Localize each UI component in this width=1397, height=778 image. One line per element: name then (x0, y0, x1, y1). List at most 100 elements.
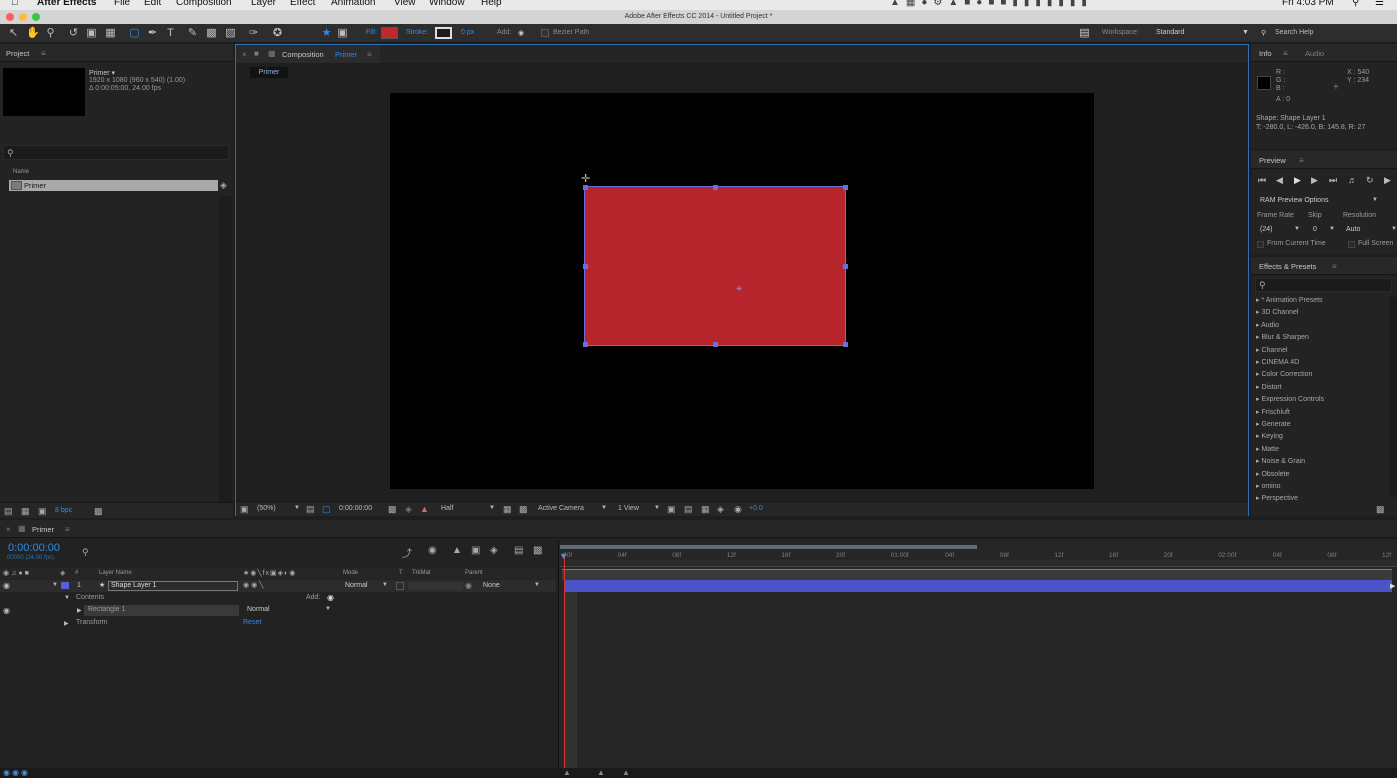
menu-layer[interactable]: Layer (251, 0, 276, 8)
always-preview-icon[interactable]: ▣ (240, 504, 249, 515)
close-tab-icon[interactable]: × (6, 525, 11, 534)
zoom-tool-icon[interactable]: ⚲ (44, 27, 57, 40)
effects-category-item[interactable]: ▸ Expression Controls (1256, 395, 1324, 403)
star-tool-icon[interactable]: ★ (320, 27, 333, 40)
mode-chevron-icon[interactable]: ▼ (382, 582, 388, 588)
minimize-window-icon[interactable] (18, 13, 27, 21)
mask-mode-icon[interactable]: ▣ (336, 27, 349, 40)
title-safe-icon[interactable]: ▤ (306, 504, 315, 515)
preview-tab[interactable]: Preview (1259, 156, 1286, 165)
ram-preview-icon[interactable]: ▶ (1384, 175, 1391, 186)
layer-end-handle-icon[interactable]: ▶ (1390, 582, 1395, 590)
search-help-input[interactable]: Search Help (1275, 29, 1314, 36)
timeline-current-time[interactable]: 0:00:00:00 (8, 542, 60, 554)
audio-tab[interactable]: Audio (1305, 49, 1324, 58)
parent-chevron-icon[interactable]: ▼ (534, 582, 540, 588)
transform-handle[interactable] (843, 185, 848, 190)
graph-editor-icon[interactable]: ▤ (514, 545, 523, 556)
effects-category-item[interactable]: ▸ Keying (1256, 432, 1283, 440)
add-button-icon[interactable]: ◉ (518, 29, 524, 37)
apple-icon[interactable]:  (11, 0, 19, 8)
project-tab[interactable]: Project (6, 49, 29, 58)
project-search-input[interactable]: ⚲ (3, 145, 229, 160)
anchor-point-icon[interactable]: ⌖ (736, 283, 742, 296)
effects-category-item[interactable]: ▸ Channel (1256, 346, 1288, 354)
effects-category-item[interactable]: ▸ omino (1256, 482, 1281, 490)
zoom-slider-icon[interactable]: ▲ (597, 768, 605, 777)
pick-whip-icon[interactable]: ◉ (465, 581, 472, 590)
eraser-tool-icon[interactable]: ▧ (224, 27, 237, 40)
trkmat-dropdown[interactable] (408, 582, 463, 590)
zoom-out-icon[interactable]: ▲ (563, 768, 571, 777)
menu-effect[interactable]: Effect (290, 0, 315, 8)
flowchart-icon[interactable]: ◈ (220, 180, 227, 191)
from-current-time-checkbox[interactable] (1257, 241, 1264, 248)
comp-tab[interactable]: × ■ ▦ Composition Primer ≡ (236, 45, 380, 63)
effects-category-item[interactable]: ▸ Blur & Sharpen (1256, 333, 1309, 341)
bit-depth-button[interactable]: 8 bpc (55, 507, 72, 514)
new-bin-icon[interactable]: ▩ (1376, 504, 1385, 515)
layer-switches-icons[interactable]: ◉◉╲ (243, 581, 265, 589)
panel-menu-icon[interactable]: ≡ (65, 525, 70, 534)
video-eye-icon[interactable]: ◉ (3, 581, 10, 590)
time-ruler[interactable] (560, 560, 1397, 567)
draft-3d-icon[interactable]: ◉ (428, 545, 437, 556)
previous-frame-icon[interactable]: ◀ (1276, 175, 1283, 186)
transform-handle[interactable] (583, 342, 588, 347)
contents-chevron-icon[interactable]: ▼ (64, 595, 70, 601)
spotlight-icon[interactable]: ⚲ (1352, 0, 1359, 8)
hand-tool-icon[interactable]: ✋ (26, 27, 40, 40)
puppet-tool-icon[interactable]: ✪ (271, 27, 284, 40)
effects-category-item[interactable]: ▸ 3D Channel (1256, 308, 1298, 316)
search-help-icon[interactable]: ⚲ (1261, 29, 1266, 37)
roto-brush-tool-icon[interactable]: ✑ (247, 27, 260, 40)
transform-handle[interactable] (843, 342, 848, 347)
notification-icon[interactable]: ☰ (1375, 0, 1384, 8)
rectangle-blend-mode[interactable]: Normal (247, 606, 270, 613)
panel-menu-icon[interactable]: ≡ (1332, 262, 1337, 271)
zoom-in-icon[interactable]: ▲ (622, 768, 630, 777)
timeline-search-input[interactable] (92, 545, 392, 559)
red-rectangle-shape[interactable] (584, 186, 846, 346)
camera-chevron-icon[interactable]: ▼ (601, 505, 607, 511)
effects-category-item[interactable]: ▸ Color Correction (1256, 370, 1312, 378)
column-name-header[interactable]: Name (13, 169, 29, 175)
brush-tool-icon[interactable]: ✎ (186, 27, 199, 40)
effects-category-item[interactable]: ▸ Audio (1256, 321, 1279, 329)
effects-search-input[interactable]: ⚲ (1255, 278, 1392, 292)
layer-row[interactable]: ◉ ▼ 1 ★ Shape Layer 1 ◉◉╲ Normal ▼ ◉ Non… (0, 580, 556, 592)
panel-menu-icon[interactable]: ≡ (1283, 49, 1288, 58)
view-chevron-icon[interactable]: ▼ (654, 505, 660, 511)
loop-icon[interactable]: ↻ (1366, 175, 1374, 186)
resolution-chevron-icon[interactable]: ▼ (489, 505, 495, 511)
next-frame-icon[interactable]: ▶ (1311, 175, 1318, 186)
skip-dropdown[interactable]: 0 (1313, 226, 1317, 233)
transform-reset-link[interactable]: Reset (243, 619, 261, 626)
ram-options-chevron-icon[interactable]: ▼ (1372, 197, 1378, 203)
menu-edit[interactable]: Edit (144, 0, 161, 8)
menu-view[interactable]: View (394, 0, 416, 8)
contents-add-icon[interactable]: ◉ (327, 593, 334, 602)
resolution-dropdown[interactable]: Half (441, 505, 453, 512)
panel-menu-icon[interactable]: ≡ (41, 49, 46, 58)
stroke-color-swatch[interactable] (435, 27, 452, 39)
transform-handle[interactable] (713, 185, 718, 190)
menu-help[interactable]: Help (481, 0, 502, 8)
interpret-footage-icon[interactable]: ▤ (4, 506, 13, 517)
effects-category-item[interactable]: ▸ Matte (1256, 445, 1279, 453)
work-area-bar[interactable] (560, 545, 977, 549)
layer-name-header[interactable]: Layer Name (99, 570, 132, 576)
menu-animation[interactable]: Animation (331, 0, 375, 8)
type-tool-icon[interactable]: T (164, 27, 177, 40)
layer-duration-bar[interactable] (565, 580, 1392, 592)
comp-mini-flowchart-icon[interactable]: ⤴ (402, 545, 412, 560)
rectangle-expand-icon[interactable]: ▶ (77, 607, 82, 614)
layer-name-field[interactable]: Shape Layer 1 (108, 581, 238, 591)
panel-menu-icon[interactable]: ≡ (367, 50, 372, 59)
effects-category-item[interactable]: ▸ Obsolete (1256, 470, 1289, 478)
bezier-path-checkbox[interactable] (541, 29, 549, 37)
fast-previews-icon[interactable]: ▤ (684, 504, 693, 515)
fill-color-swatch[interactable] (381, 27, 398, 39)
resolution-dropdown[interactable]: Auto (1346, 226, 1360, 233)
project-item-row[interactable]: Primer (9, 180, 218, 191)
